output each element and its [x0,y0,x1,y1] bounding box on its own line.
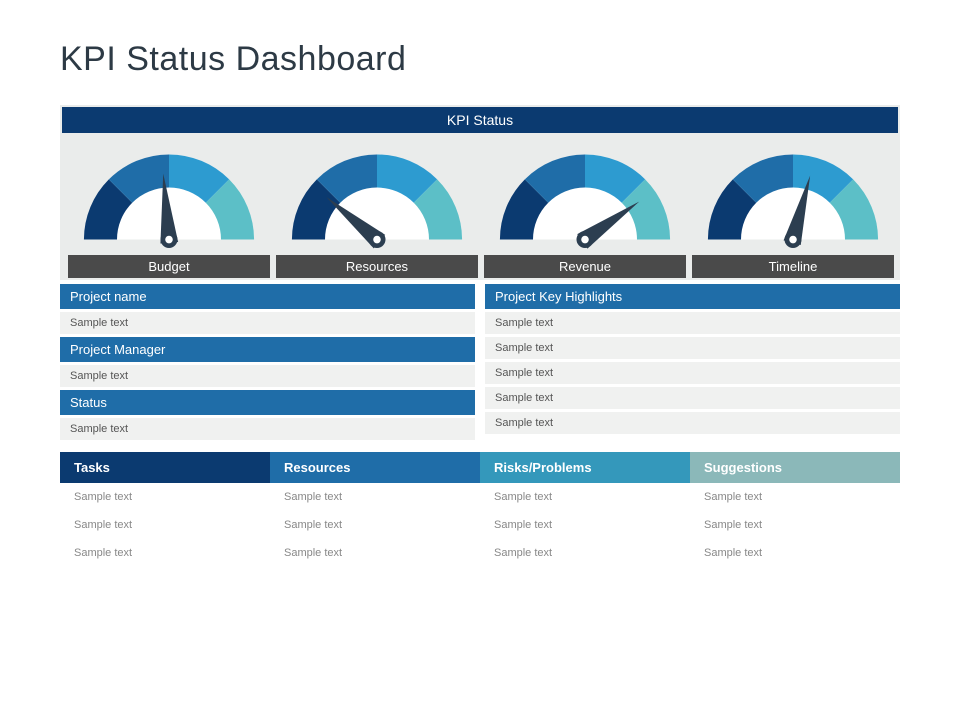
gauge-icon [692,139,894,249]
table-header-row: TasksResourcesRisks/ProblemsSuggestions [60,452,900,483]
table-header: Resources [270,452,480,483]
gauge-label: Timeline [692,255,894,278]
table-row: Sample textSample textSample textSample … [60,483,900,511]
page-title: KPI Status Dashboard [60,40,900,79]
gauge-icon [68,139,270,249]
gauge-row: Budget Resources Revenue [62,133,898,278]
table-cell: Sample text [480,483,690,511]
gauge-card: Revenue [484,139,686,278]
gauge-label: Resources [276,255,478,278]
table-cell: Sample text [270,511,480,539]
section-value: Sample text [60,418,475,440]
table-row: Sample textSample textSample textSample … [60,539,900,567]
section-title: Status [60,390,475,415]
section-value: Sample text [485,412,900,434]
table-body: Sample textSample textSample textSample … [60,483,900,567]
gauge-label: Budget [68,255,270,278]
section-value: Sample text [485,387,900,409]
table-cell: Sample text [60,511,270,539]
gauge-label: Revenue [484,255,686,278]
table-header: Risks/Problems [480,452,690,483]
gauge-icon [484,139,686,249]
table-cell: Sample text [690,511,900,539]
gauge-icon [276,139,478,249]
kpi-status-header: KPI Status [62,107,898,133]
section-value: Sample text [485,337,900,359]
table-cell: Sample text [60,539,270,567]
kpi-panel: KPI Status Budget Resources [60,105,900,280]
left-info-column: Project name Sample text Project Manager Sa… [60,284,475,440]
table-header: Tasks [60,452,270,483]
table-cell: Sample text [690,483,900,511]
gauge-card: Resources [276,139,478,278]
table-cell: Sample text [60,483,270,511]
table-row: Sample textSample textSample textSample … [60,511,900,539]
gauge-card: Timeline [692,139,894,278]
table-cell: Sample text [480,539,690,567]
bottom-table: TasksResourcesRisks/ProblemsSuggestions … [60,452,900,567]
gauge-card: Budget [68,139,270,278]
section-value: Sample text [485,312,900,334]
right-info-column: Project Key Highlights Sample text Sample … [485,284,900,440]
table-header: Suggestions [690,452,900,483]
section-value: Sample text [485,362,900,384]
section-value: Sample text [60,312,475,334]
table-cell: Sample text [480,511,690,539]
section-title: Project Manager [60,337,475,362]
section-title: Project Key Highlights [485,284,900,309]
table-cell: Sample text [690,539,900,567]
table-cell: Sample text [270,539,480,567]
section-title: Project name [60,284,475,309]
table-cell: Sample text [270,483,480,511]
section-value: Sample text [60,365,475,387]
